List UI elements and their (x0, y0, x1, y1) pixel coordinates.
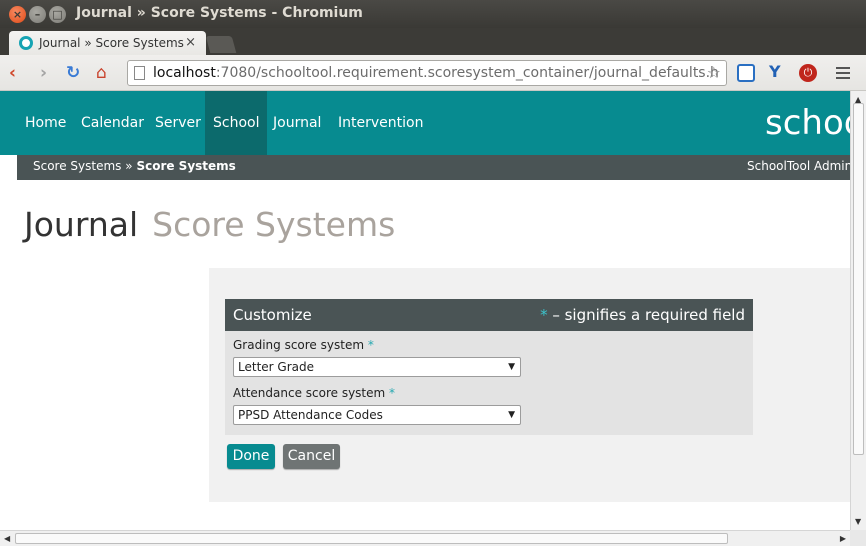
page-viewport: Home Calendar Server School Journal Inte… (0, 91, 850, 530)
page-title: Journal Score Systems (24, 205, 395, 244)
reload-icon[interactable]: ↻ (66, 63, 80, 83)
tab-strip: Journal » Score Systems × (0, 28, 866, 56)
home-icon[interactable]: ⌂ (96, 63, 107, 83)
window-titlebar: × – □ Journal » Score Systems - Chromium (0, 0, 866, 28)
attendance-required-star: * (389, 386, 396, 400)
form-heading: Customize (233, 306, 312, 324)
breadcrumb-current: Score Systems (136, 159, 236, 173)
grading-select-value: Letter Grade (238, 360, 314, 374)
scrollbar-corner (850, 530, 866, 546)
breadcrumb-parent[interactable]: Score Systems (33, 159, 121, 173)
required-note: * – signifies a required field (540, 306, 745, 324)
required-star: * (540, 306, 548, 324)
nav-calendar[interactable]: Calendar (73, 91, 152, 155)
window-title: Journal » Score Systems - Chromium (76, 5, 363, 21)
form-header: Customize * – signifies a required field (225, 299, 753, 331)
screenshot-extension-icon[interactable] (737, 64, 755, 82)
content-panel: Customize * – signifies a required field… (209, 268, 850, 502)
grading-select[interactable]: Letter Grade ▼ (233, 357, 521, 377)
url-host: localhost (153, 65, 216, 81)
grading-label: Grading score system * (233, 338, 374, 352)
stop-extension-icon[interactable]: ⏻ (799, 64, 817, 82)
scroll-left-icon[interactable]: ◀ (4, 534, 10, 543)
nav-home[interactable]: Home (17, 91, 74, 155)
tab-close-icon[interactable]: × (185, 35, 196, 50)
attendance-label-text: Attendance score system (233, 386, 386, 400)
user-name[interactable]: SchoolTool Administrator (747, 159, 850, 173)
nav-school[interactable]: School (205, 91, 268, 155)
nav-server[interactable]: Server (147, 91, 209, 155)
menu-icon[interactable] (836, 67, 850, 82)
tab-title: Journal » Score Systems (39, 36, 184, 50)
address-bar[interactable]: localhost:7080/schooltool.requirement.sc… (127, 60, 727, 86)
page-subtitle: Score Systems (152, 205, 396, 244)
horizontal-scrollbar[interactable]: ◀ ▶ (0, 530, 850, 546)
browser-tab[interactable]: Journal » Score Systems × (9, 31, 206, 56)
bookmark-star-icon[interactable]: ☆ (707, 63, 721, 82)
done-button[interactable]: Done (227, 444, 275, 469)
required-note-text: – signifies a required field (552, 306, 745, 324)
window-maximize-icon[interactable]: □ (49, 6, 66, 23)
browser-toolbar: ‹ › ↻ ⌂ localhost:7080/schooltool.requir… (0, 55, 866, 91)
url-path: :7080/schooltool.requirement.scoresystem… (215, 65, 719, 81)
vertical-scrollbar[interactable]: ▲ ▼ (850, 91, 866, 530)
nav-journal[interactable]: Journal (265, 91, 329, 155)
attendance-select[interactable]: PPSD Attendance Codes ▼ (233, 405, 521, 425)
scroll-right-icon[interactable]: ▶ (840, 534, 846, 543)
breadcrumb: Score Systems » Score Systems (33, 159, 236, 173)
new-tab-button[interactable] (205, 36, 237, 53)
sub-navbar: Score Systems » Score Systems SchoolTool… (17, 155, 850, 180)
page-icon (134, 66, 145, 80)
back-icon[interactable]: ‹ (9, 63, 16, 83)
y-extension-icon[interactable]: Y (769, 62, 787, 81)
attendance-label: Attendance score system * (233, 386, 395, 400)
vertical-scroll-thumb[interactable] (853, 103, 864, 455)
customize-form: Customize * – signifies a required field… (225, 299, 753, 435)
grading-required-star: * (367, 338, 374, 352)
url-text: localhost:7080/schooltool.requirement.sc… (153, 65, 719, 81)
cancel-button[interactable]: Cancel (283, 444, 340, 469)
scroll-down-icon[interactable]: ▼ (855, 517, 861, 526)
attendance-select-value: PPSD Attendance Codes (238, 408, 383, 422)
grading-label-text: Grading score system (233, 338, 365, 352)
horizontal-scroll-thumb[interactable] (15, 533, 728, 544)
forward-icon[interactable]: › (40, 63, 47, 83)
brand-logo[interactable]: schooltool (765, 103, 850, 143)
main-navbar: Home Calendar Server School Journal Inte… (0, 91, 850, 155)
breadcrumb-separator: » (125, 159, 133, 173)
dropdown-arrow-icon: ▼ (508, 410, 515, 420)
window-minimize-icon[interactable]: – (29, 6, 46, 23)
favicon-icon (19, 36, 33, 50)
dropdown-arrow-icon: ▼ (508, 362, 515, 372)
nav-intervention[interactable]: Intervention (330, 91, 431, 155)
page-title-main: Journal (24, 205, 139, 244)
window-close-icon[interactable]: × (9, 6, 26, 23)
